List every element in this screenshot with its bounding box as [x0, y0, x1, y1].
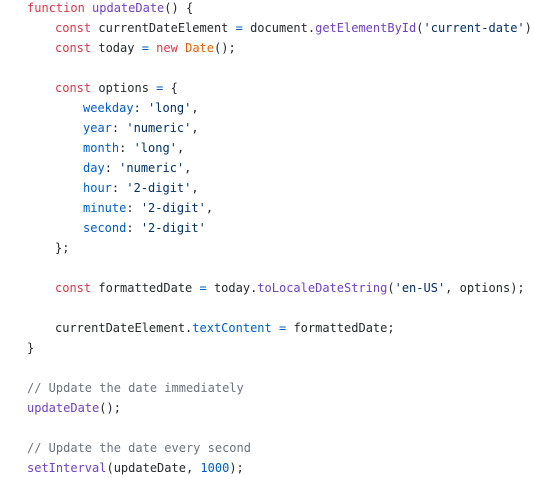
code-token: options [91, 81, 157, 95]
code-token: const [55, 21, 92, 35]
code-line: // Update the date immediately [27, 378, 244, 398]
code-token: , [191, 101, 199, 115]
code-token: , [184, 161, 192, 175]
code-token: today [91, 41, 142, 55]
code-token: : [104, 161, 120, 175]
code-token: 'numeric' [126, 121, 192, 135]
code-token: setInterval [27, 461, 107, 475]
code-token: = [199, 281, 207, 295]
code-line: const currentDateElement = document.getE… [55, 18, 534, 38]
code-token: textContent [192, 321, 272, 335]
code-line: }; [55, 238, 69, 258]
code-token: minute [83, 201, 127, 215]
code-token: const [55, 41, 92, 55]
code-line: minute: '2-digit', [83, 198, 213, 218]
code-token: : [111, 181, 127, 195]
code-line: const options = { [55, 78, 178, 98]
code-token: function [27, 1, 85, 15]
code-token: updateDate [27, 401, 100, 415]
code-token: : [111, 121, 127, 135]
code-token: (); [214, 41, 236, 55]
code-token: formattedDate; [286, 321, 395, 335]
code-token: month [83, 141, 120, 155]
code-line: month: 'long', [83, 138, 184, 158]
code-line: hour: '2-digit', [83, 178, 199, 198]
code-line: setInterval(updateDate, 1000); [27, 458, 244, 478]
code-token: (); [99, 401, 121, 415]
code-token: toLocaleDateString [257, 281, 388, 295]
code-token: = [235, 21, 243, 35]
code-token: '2-digit' [140, 221, 206, 235]
code-token: currentDateElement [91, 21, 236, 35]
code-token: }; [55, 241, 70, 255]
code-token: '2-digit' [140, 201, 206, 215]
code-line: second: '2-digit' [83, 218, 206, 238]
code-token: day [83, 161, 105, 175]
code-token: year [83, 121, 112, 135]
code-token: : [126, 221, 141, 235]
code-token: , [176, 141, 185, 155]
code-token: '2-digit' [126, 181, 192, 195]
code-token: new [156, 41, 178, 55]
code-token: { [163, 81, 178, 95]
code-line: day: 'numeric', [83, 158, 191, 178]
code-token: 1000 [200, 461, 230, 475]
code-token: : [126, 201, 141, 215]
code-editor[interactable]: function updateDate() {const currentDate… [0, 0, 534, 478]
code-token: ); [524, 21, 534, 35]
code-token: ( [416, 21, 424, 35]
code-token: ( [387, 281, 395, 295]
code-token: updateDate [92, 1, 165, 15]
code-line: const formattedDate = today.toLocaleDate… [55, 278, 525, 298]
code-line: currentDateElement.textContent = formatt… [55, 318, 395, 338]
code-token: const [55, 281, 92, 295]
code-line: const today = new Date(); [55, 38, 236, 58]
code-token: formattedDate [91, 281, 200, 295]
code-token: currentDateElement. [55, 321, 193, 335]
code-token: today. [206, 281, 258, 295]
code-token: 'current-date' [423, 21, 525, 35]
code-token: getElementById [315, 21, 417, 35]
code-token: 'en-US' [394, 281, 446, 295]
code-token: // Update the date every second [27, 441, 251, 455]
code-token: () { [164, 1, 194, 15]
code-token: ); [229, 461, 244, 475]
code-token: second [83, 221, 127, 235]
code-token: Date [185, 41, 214, 55]
code-token: document. [242, 21, 316, 35]
code-token: , options); [445, 281, 525, 295]
code-line: updateDate(); [27, 398, 121, 418]
code-line: function updateDate() { [27, 0, 193, 18]
code-token: const [55, 81, 92, 95]
code-token: , [191, 121, 199, 135]
code-token: hour [83, 181, 112, 195]
code-token: // Update the date immediately [27, 381, 244, 395]
code-token: 'long' [133, 141, 177, 155]
code-line: } [27, 338, 34, 358]
code-token: : [119, 141, 134, 155]
code-token: , [205, 201, 214, 215]
code-token: weekday [83, 101, 134, 115]
code-token: : [133, 101, 149, 115]
code-token: } [27, 341, 35, 355]
code-line: // Update the date every second [27, 438, 251, 458]
code-line: year: 'numeric', [83, 118, 199, 138]
code-line: weekday: 'long', [83, 98, 199, 118]
code-token: 'long' [148, 101, 192, 115]
code-token: (updateDate, [106, 461, 201, 475]
code-token: 'numeric' [119, 161, 185, 175]
code-token: = [141, 41, 149, 55]
code-token: , [191, 181, 199, 195]
